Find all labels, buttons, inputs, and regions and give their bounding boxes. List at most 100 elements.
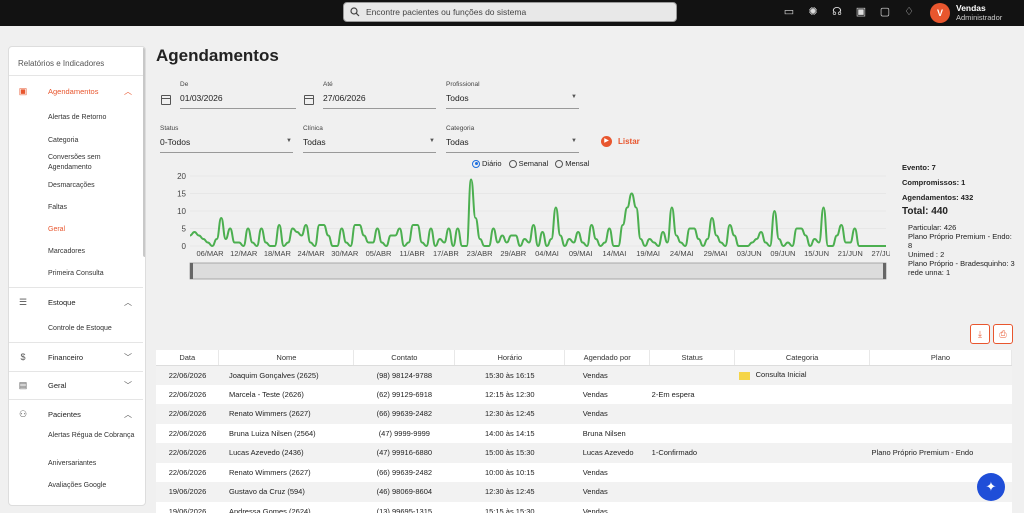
sidebar-item-controle-estoque[interactable]: Controle de Estoque — [48, 324, 138, 334]
radio-semanal[interactable]: Semanal — [508, 159, 548, 168]
field-value[interactable]: Todas — [303, 137, 326, 147]
cell-text: (62) 99129-6918 — [376, 389, 433, 399]
cell-plano — [870, 502, 1012, 513]
sidebar-item-desmarcacoes[interactable]: Desmarcações — [48, 181, 138, 191]
divider — [9, 342, 143, 343]
play-icon: ▶ — [601, 136, 612, 147]
x-tick-label: 30/MAR — [331, 249, 359, 258]
dropdown-arrow-icon: ▼ — [571, 94, 577, 100]
sidebar-item-avaliacoes-google[interactable]: Avaliações Google — [48, 481, 138, 491]
cell-horario: 10:00 às 10:15 — [455, 463, 565, 483]
listar-button[interactable]: ▶ Listar — [601, 136, 640, 147]
summary-detail: Particular: 426 — [908, 223, 957, 232]
sidebar-item-marcadores[interactable]: Marcadores — [48, 247, 138, 257]
table-row[interactable]: 22/06/2026 Renato Wimmers (2627) (66) 9963… — [156, 404, 1012, 424]
field-underline — [303, 152, 436, 153]
sidebar-item-geral[interactable]: Geral — [48, 225, 138, 235]
cell-agendado-por: Lucas Azevedo — [564, 443, 650, 463]
col-contato[interactable]: Contato — [353, 350, 456, 366]
people-icon: ⚇ — [18, 409, 28, 419]
chevron-up-icon: ︿ — [124, 297, 132, 307]
sidebar-group-label: Estoque — [48, 297, 76, 307]
y-tick-label: 0 — [182, 242, 187, 251]
bell-icon[interactable]: ♢ — [902, 5, 916, 19]
video-icon[interactable]: ▭ — [782, 5, 796, 19]
sidebar-item-aniversariantes[interactable]: Aniversariantes — [48, 459, 138, 469]
sidebar-item-alertas-regua[interactable]: Alertas Régua de Cobrança — [48, 431, 138, 441]
cell-status: 2-Em espera — [650, 385, 735, 405]
y-tick-label: 10 — [177, 207, 186, 216]
table-row[interactable]: 22/06/2026 Lucas Azevedo (2436) (47) 99916… — [156, 443, 1012, 463]
sidebar-group-financeiro[interactable]: $ Financeiro ﹀ — [9, 347, 143, 367]
col-data[interactable]: Data — [156, 350, 220, 366]
table-row[interactable]: 22/06/2026 Marcela - Teste (2626) (62) 991… — [156, 385, 1012, 405]
field-value[interactable]: Todas — [446, 137, 469, 147]
summary-total: Total: 440 — [902, 206, 948, 217]
avatar[interactable]: V — [930, 3, 950, 23]
col-status[interactable]: Status — [649, 350, 736, 366]
cell-text: 14:00 às 14:15 — [484, 428, 535, 438]
chat-icon[interactable]: ▢ — [878, 5, 892, 19]
print-button[interactable]: ⎙ — [993, 324, 1013, 344]
field-value[interactable]: Todos — [446, 93, 469, 103]
cell-categoria — [735, 424, 870, 444]
field-value[interactable]: 0-Todos — [160, 137, 190, 147]
cell-horario: 15:15 às 15:30 — [455, 502, 565, 513]
search-input[interactable]: Encontre pacientes ou funções do sistema — [343, 2, 677, 22]
summary-details: Particular: 426 Plano Próprio Premium - … — [902, 223, 1018, 277]
user-menu[interactable]: V Vendas Administrador — [930, 3, 1002, 23]
field-value[interactable]: 01/03/2026 — [180, 93, 223, 103]
table-row[interactable]: 22/06/2026 Joaquim Gonçalves (2625) (98) 9… — [156, 365, 1012, 385]
sidebar-item-primeira-consulta[interactable]: Primeira Consulta — [48, 269, 138, 279]
cell-horario: 15:00 às 15:30 — [454, 443, 565, 463]
x-tick-label: 12/MAR — [230, 249, 258, 258]
sidebar-item-faltas[interactable]: Faltas — [48, 203, 138, 213]
sparkle-icon: ✦ — [985, 479, 997, 494]
table-row[interactable]: 19/06/2026 Andressa Gomes (2624) (13) 9969… — [156, 502, 1012, 513]
col-agendado-por[interactable]: Agendado por — [564, 350, 651, 366]
cell-data: 22/06/2026 — [156, 404, 219, 424]
sidebar: Relatórios e Indicadores ▣ Agendamentos … — [8, 46, 146, 506]
col-plano[interactable]: Plano — [869, 350, 1012, 366]
radio-diario[interactable]: Diário — [472, 159, 502, 168]
cell-text: Renato Wimmers (2627) — [228, 409, 311, 419]
dropdown-arrow-icon: ▼ — [286, 138, 292, 144]
search-icon — [350, 7, 360, 17]
sidebar-group-agendamentos[interactable]: ▣ Agendamentos ︿ — [9, 81, 143, 101]
field-value[interactable]: 27/06/2026 — [323, 93, 366, 103]
sidebar-scrollbar[interactable] — [143, 47, 145, 257]
sidebar-group-pacientes[interactable]: ⚇ Pacientes ︿ — [9, 404, 143, 424]
table-row[interactable]: 22/06/2026 Bruna Luiza Nilsen (2564) (47) … — [156, 424, 1012, 444]
x-tick-label: 14/MAI — [603, 249, 627, 258]
sidebar-group-estoque[interactable]: ☰ Estoque ︿ — [9, 292, 143, 312]
series-line — [189, 178, 886, 248]
calendar-icon[interactable] — [304, 95, 314, 105]
cell-text: Bruna Luiza Nilsen (2564) — [228, 428, 316, 438]
cell-status — [650, 463, 735, 483]
cell-nome: Gustavo da Cruz (594) — [218, 482, 354, 502]
calendar-icon[interactable] — [161, 95, 171, 105]
sidebar-item-categoria[interactable]: Categoria — [48, 136, 138, 146]
download-button[interactable]: ⤓ — [970, 324, 990, 344]
radio-mensal[interactable]: Mensal — [555, 159, 589, 168]
sidebar-group-geral[interactable]: ▤ Geral ﹀ — [9, 375, 143, 395]
chevron-down-icon: ﹀ — [124, 352, 132, 362]
table-row[interactable]: 19/06/2026 Gustavo da Cruz (594) (46) 9806… — [156, 482, 1012, 502]
cell-text: Vendas — [582, 467, 608, 477]
x-tick-label: 24/MAR — [298, 249, 326, 258]
sun-icon[interactable]: ✺ — [806, 5, 820, 19]
cell-categoria — [735, 385, 870, 405]
cell-text: (47) 9999-9999 — [378, 428, 430, 438]
col-nome[interactable]: Nome — [218, 350, 355, 366]
sidebar-item-alertas-retorno[interactable]: Alertas de Retorno — [48, 113, 138, 123]
calendar-icon[interactable]: ▣ — [854, 5, 868, 19]
sidebar-item-conversoes[interactable]: Conversões sem Agendamento — [48, 153, 138, 173]
table-row[interactable]: 22/06/2026 Renato Wimmers (2627) (66) 9963… — [156, 463, 1012, 483]
col-categoria[interactable]: Categoria — [734, 350, 871, 366]
headset-icon[interactable]: ☊ — [830, 5, 844, 19]
col-horario[interactable]: Horário — [454, 350, 566, 366]
assistant-fab-button[interactable]: ✦ — [977, 473, 1005, 501]
cell-text: Plano Próprio Premium - Endo — [871, 448, 974, 458]
cell-text: Marcela - Teste (2626) — [228, 389, 304, 399]
cell-text: 22/06/2026 — [168, 370, 207, 380]
